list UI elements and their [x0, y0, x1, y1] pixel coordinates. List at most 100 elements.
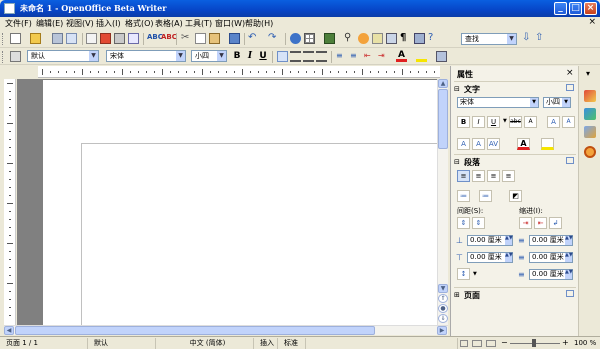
chevron-down-icon[interactable]: ▼	[217, 51, 226, 61]
cut-icon[interactable]: ✂	[181, 33, 192, 44]
export-pdf-icon[interactable]	[100, 33, 111, 44]
background-color-icon[interactable]	[436, 51, 447, 62]
table-icon[interactable]	[304, 33, 315, 44]
shadow-button[interactable]: A	[524, 116, 537, 128]
shrink-font-button[interactable]: A	[562, 116, 575, 128]
open-folder-icon[interactable]	[30, 33, 41, 44]
paragraph-style-select[interactable]: 默认 ▼	[27, 50, 99, 62]
undo-icon[interactable]: ↶	[248, 33, 259, 44]
menu-icon[interactable]: ▾	[586, 69, 590, 78]
maximize-button[interactable]: □	[569, 2, 582, 15]
zoom-icon[interactable]	[414, 33, 425, 44]
menu-table[interactable]: 表格(A)	[155, 18, 183, 29]
sidebar-bullets-button[interactable]: ≔	[457, 190, 470, 202]
scroll-up-icon[interactable]: ▲	[438, 79, 448, 88]
toolbar-grip[interactable]	[2, 33, 5, 45]
line-spacing-button[interactable]: ↕	[457, 268, 470, 280]
hyperlink-icon[interactable]	[290, 33, 301, 44]
zoom-slider-thumb[interactable]	[532, 339, 536, 347]
copy-icon[interactable]	[195, 33, 206, 44]
document-page[interactable]	[43, 80, 437, 326]
vertical-scrollbar[interactable]: ▲ ▼ ⇑ ● ⇓	[437, 79, 448, 325]
view-single-icon[interactable]	[460, 340, 468, 347]
sidebar-italic-button[interactable]: I	[472, 116, 485, 128]
sidebar-bold-button[interactable]: B	[457, 116, 470, 128]
below-spacing-field[interactable]: 0.00 厘米 ▲▼	[467, 252, 513, 263]
sidebar-close-icon[interactable]: ×	[566, 68, 574, 78]
paste-icon[interactable]	[209, 33, 220, 44]
first-line-indent-field[interactable]: 0.00 厘米 ▲▼	[529, 269, 573, 280]
chevron-down-icon[interactable]: ▼	[473, 271, 477, 277]
print-preview-icon[interactable]	[128, 33, 139, 44]
zoom-out-icon[interactable]: −	[501, 338, 508, 347]
autospell-icon[interactable]: ABC	[161, 33, 177, 44]
properties-tab-icon[interactable]	[584, 90, 596, 102]
gallery-icon[interactable]	[372, 33, 383, 44]
chevron-down-icon[interactable]: ▼	[562, 98, 570, 107]
spellcheck-icon[interactable]: ABC	[147, 33, 163, 44]
format-paintbrush-icon[interactable]	[229, 33, 240, 44]
redo-icon[interactable]: ↷	[268, 33, 279, 44]
chevron-down-icon[interactable]: ▼	[507, 34, 516, 44]
horizontal-scrollbar[interactable]: ◀ ▶	[4, 325, 448, 335]
minimize-button[interactable]: _	[554, 2, 567, 15]
underline-button[interactable]: U	[257, 50, 269, 62]
grow-font-button[interactable]: A	[547, 116, 560, 128]
numbering-icon[interactable]: ≡	[336, 51, 347, 62]
navigator-icon[interactable]	[358, 33, 369, 44]
toolbar-grip[interactable]	[2, 51, 5, 63]
more-options-icon[interactable]	[566, 290, 574, 297]
close-document-icon[interactable]: ×	[588, 17, 596, 27]
increase-spacing-button[interactable]: ⇕	[457, 217, 470, 229]
chevron-down-icon[interactable]: ▼	[530, 98, 538, 107]
formatting-marks-icon[interactable]: ¶	[400, 33, 411, 44]
insert-image-icon[interactable]	[324, 33, 335, 44]
spin-arrows-icon[interactable]: ▲▼	[565, 253, 573, 262]
help-icon[interactable]: ?	[428, 33, 439, 44]
sidebar-highlight-button[interactable]	[541, 138, 554, 150]
previous-page-icon[interactable]: ⇑	[438, 294, 448, 303]
menu-window[interactable]: 窗口(W)	[215, 18, 245, 29]
navigator-tab-icon[interactable]	[584, 146, 596, 158]
chevron-down-icon[interactable]: ▼	[89, 51, 98, 61]
new-document-icon[interactable]	[10, 33, 21, 44]
next-page-icon[interactable]: ⇓	[438, 314, 448, 323]
close-button[interactable]: ×	[584, 2, 597, 15]
horizontal-ruler[interactable]	[38, 66, 440, 78]
highlight-icon[interactable]	[416, 51, 427, 62]
save-icon[interactable]	[52, 33, 63, 44]
after-indent-field[interactable]: 0.00 厘米 ▲▼	[529, 252, 573, 263]
increase-indent-icon[interactable]: ⇥	[378, 51, 389, 62]
spin-arrows-icon[interactable]: ▲▼	[505, 253, 513, 262]
spin-arrows-icon[interactable]: ▲▼	[565, 236, 573, 245]
sidebar-font-select[interactable]: 宋体 ▼	[457, 97, 539, 108]
data-sources-icon[interactable]	[386, 33, 397, 44]
edit-file-icon[interactable]	[86, 33, 97, 44]
find-previous-icon[interactable]: ⇧	[535, 33, 546, 44]
zoom-in-icon[interactable]: +	[562, 338, 569, 347]
strikethrough-button[interactable]: abc	[509, 116, 522, 128]
email-icon[interactable]	[66, 33, 77, 44]
superscript-button[interactable]: A	[457, 138, 470, 150]
scroll-left-icon[interactable]: ◀	[4, 326, 14, 335]
menu-edit[interactable]: 编辑(E)	[36, 18, 63, 29]
spin-arrows-icon[interactable]: ▲▼	[505, 236, 513, 245]
menu-file[interactable]: 文件(F)	[5, 18, 32, 29]
insert-mode[interactable]: 插入	[256, 338, 278, 349]
justify-icon[interactable]	[316, 51, 327, 62]
scroll-right-icon[interactable]: ▶	[437, 326, 447, 335]
selection-mode[interactable]: 标准	[280, 338, 306, 349]
sidebar-numbering-button[interactable]: ≔	[479, 190, 492, 202]
sidebar-font-color-button[interactable]: A	[517, 138, 530, 150]
menu-view[interactable]: 视图(V)	[66, 18, 94, 29]
menu-insert[interactable]: 插入(I)	[96, 18, 121, 29]
search-input[interactable]: 查找 ▼	[461, 33, 517, 45]
italic-button[interactable]: I	[244, 50, 256, 62]
sidebar-align-right-button[interactable]: ≡	[487, 170, 500, 182]
sidebar-align-center-button[interactable]: ≡	[472, 170, 485, 182]
zoom-level[interactable]: 100 %	[574, 339, 596, 347]
gallery-tab-icon[interactable]	[584, 126, 596, 138]
bullets-icon[interactable]: ≡	[350, 51, 361, 62]
scroll-down-icon[interactable]: ▼	[438, 284, 448, 293]
menu-tools[interactable]: 工具(T)	[185, 18, 212, 29]
